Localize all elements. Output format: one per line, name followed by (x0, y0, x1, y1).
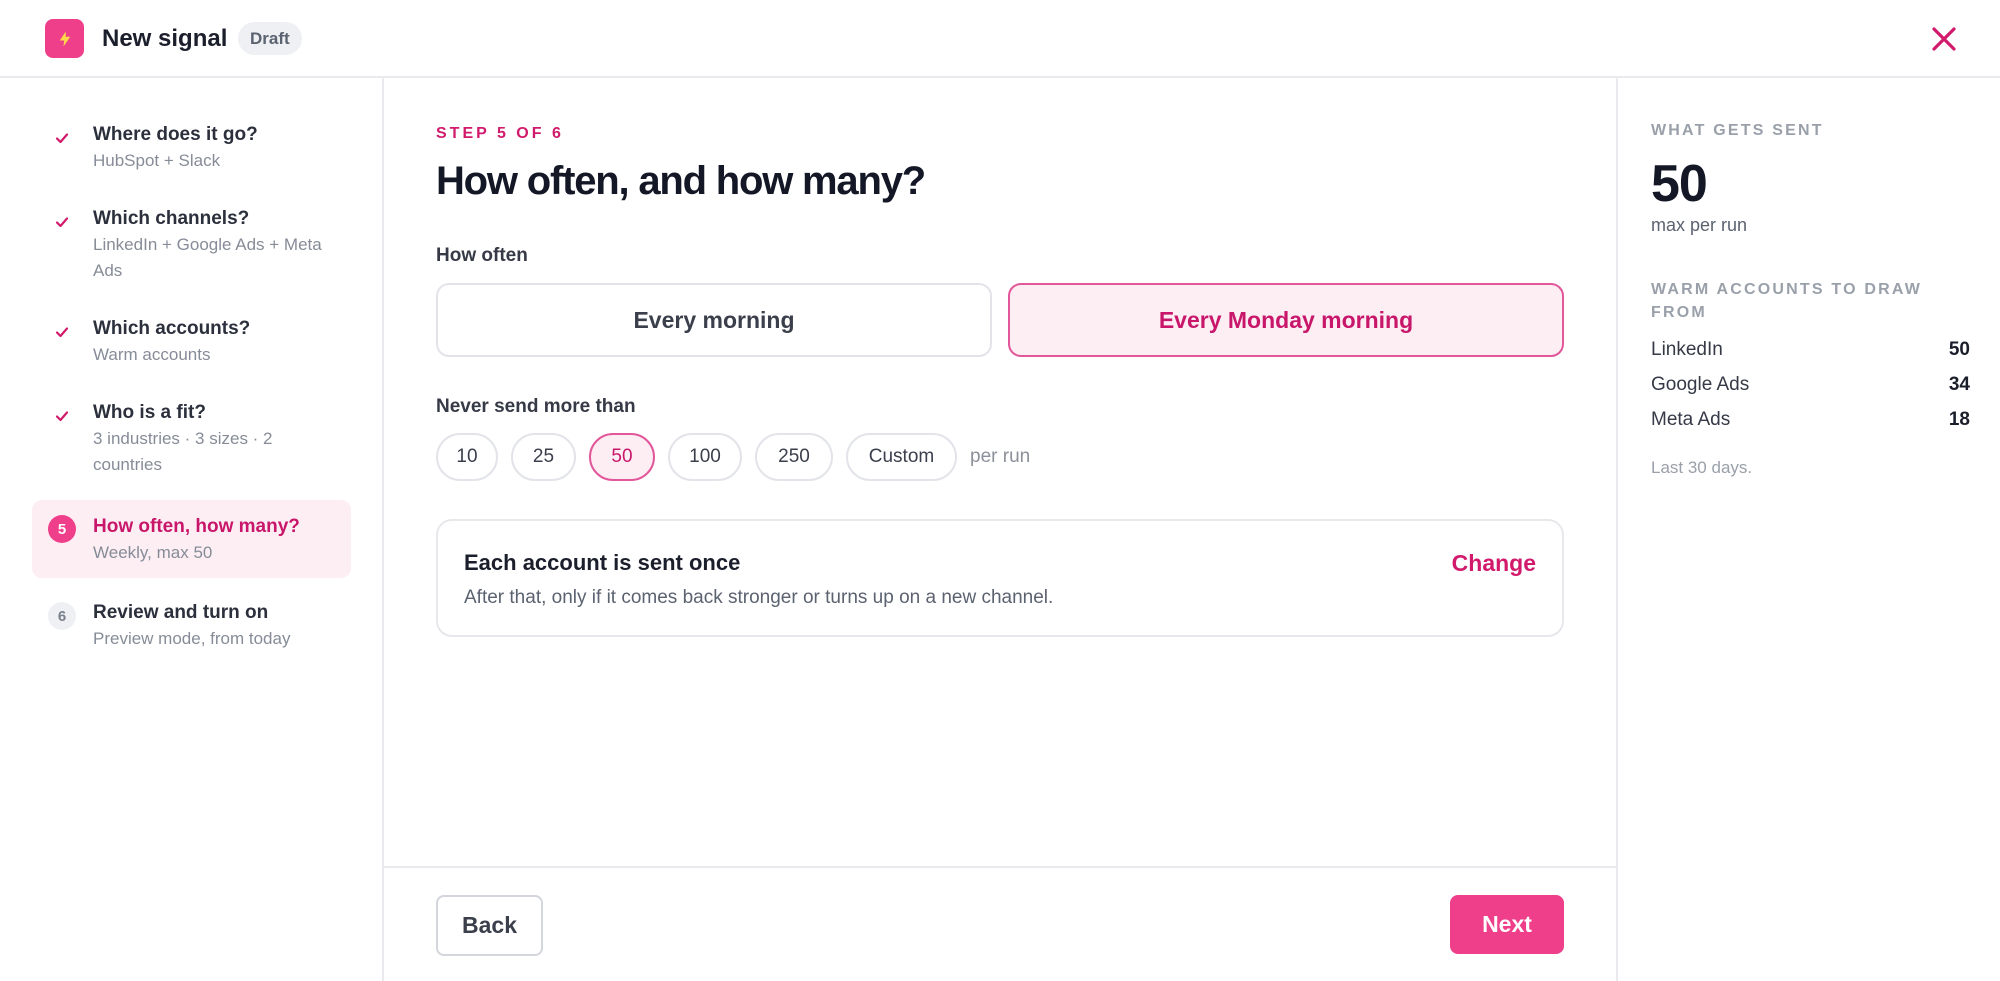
step-item-fit[interactable]: Who is a fit? 3 industries · 3 sizes · 2… (32, 388, 351, 484)
next-button[interactable]: Next (1450, 895, 1564, 954)
limit-chip-10[interactable]: 10 (436, 433, 498, 481)
info-description: After that, only if it comes back strong… (464, 587, 1054, 608)
step-subtitle: Weekly, max 50 (93, 543, 213, 562)
frequency-option-every-monday-morning[interactable]: Every Monday morning (1008, 283, 1564, 357)
account-row-meta-ads: Meta Ads 18 (1651, 406, 1970, 434)
close-button[interactable] (1924, 19, 1964, 59)
close-icon (1932, 27, 1956, 51)
max-per-run-value: 50 (1651, 155, 1708, 213)
account-count: 18 (1948, 409, 1970, 430)
limit-label: Never send more than (436, 396, 636, 417)
step-item-destination[interactable]: Where does it go? HubSpot + Slack (32, 108, 351, 178)
step-title: Which accounts? (93, 318, 251, 339)
top-bar: New signal Draft (0, 0, 2000, 78)
page-title: New signal (102, 25, 228, 52)
step-subtitle: 3 industries · 3 sizes · 2 countries (93, 429, 273, 474)
check-icon (47, 207, 77, 237)
limit-chip-50[interactable]: 50 (589, 433, 655, 481)
max-per-run-caption: max per run (1651, 215, 1748, 235)
step-marker: 6 (47, 601, 77, 631)
lightning-bolt-icon (45, 19, 84, 58)
back-button[interactable]: Back (436, 895, 543, 956)
step-marker: 5 (47, 514, 77, 544)
step-number: 6 (48, 602, 76, 630)
step-subtitle: HubSpot + Slack (93, 151, 221, 170)
account-count: 50 (1948, 339, 1970, 360)
step-title: Where does it go? (93, 124, 258, 145)
wizard-footer: Back Next (384, 866, 1616, 981)
frequency-label: How often (436, 245, 528, 266)
change-link[interactable]: Change (1452, 548, 1536, 578)
summary-panel: WHAT GETS SENT 50 max per run WARM ACCOU… (1616, 78, 2000, 981)
check-icon (47, 123, 77, 153)
account-name: Meta Ads (1651, 409, 1731, 430)
stepper-sidebar: Where does it go? HubSpot + Slack Which … (0, 78, 384, 981)
info-title: Each account is sent once (464, 550, 741, 575)
limit-chip-250[interactable]: 250 (755, 433, 833, 481)
step-subtitle: Preview mode, from today (93, 629, 291, 648)
account-name: Google Ads (1651, 374, 1750, 395)
step-title: Review and turn on (93, 602, 269, 623)
step-subtitle: Warm accounts (93, 345, 211, 364)
send-once-card: Each account is sent once After that, on… (436, 519, 1564, 637)
step-item-frequency[interactable]: 5 How often, how many? Weekly, max 50 (32, 500, 351, 578)
limit-chip-custom[interactable]: Custom (846, 433, 957, 481)
account-row-google-ads: Google Ads 34 (1651, 371, 1970, 399)
account-count: 34 (1948, 374, 1970, 395)
limit-suffix: per run (970, 446, 1031, 467)
step-item-channels[interactable]: Which channels? LinkedIn + Google Ads + … (32, 194, 351, 290)
check-icon (47, 401, 77, 431)
step-subtitle: LinkedIn + Google Ads + Meta Ads (93, 235, 322, 280)
section-title: How often, and how many? (436, 159, 926, 203)
check-icon (47, 317, 77, 347)
limit-chip-25[interactable]: 25 (511, 433, 576, 481)
date-range-note: Last 30 days. (1651, 458, 1753, 477)
step-item-review[interactable]: 6 Review and turn on Preview mode, from … (32, 586, 351, 656)
step-item-accounts[interactable]: Which accounts? Warm accounts (32, 304, 351, 374)
account-name: LinkedIn (1651, 339, 1723, 360)
limit-chip-100[interactable]: 100 (668, 433, 742, 481)
summary-heading: WHAT GETS SENT (1651, 122, 1824, 139)
step-indicator: STEP 5 OF 6 (436, 125, 564, 142)
frequency-option-every-morning[interactable]: Every morning (436, 283, 992, 357)
accounts-heading: WARM ACCOUNTS TO DRAW FROM (1651, 281, 1923, 321)
step-title: How often, how many? (93, 516, 300, 537)
step-number: 5 (48, 515, 76, 543)
status-badge: Draft (238, 22, 302, 55)
main-content: STEP 5 OF 6 How often, and how many? How… (384, 78, 1616, 981)
step-title: Which channels? (93, 208, 250, 229)
step-title: Who is a fit? (93, 402, 206, 423)
account-row-linkedin: LinkedIn 50 (1651, 336, 1970, 364)
